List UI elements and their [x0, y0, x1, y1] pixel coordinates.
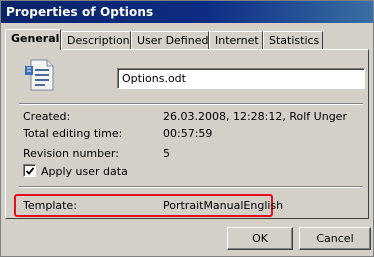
tab-internet[interactable]: Internet	[209, 31, 263, 49]
editing-time-label: Total editing time:	[23, 127, 123, 140]
apply-user-data-checkbox[interactable]	[23, 164, 36, 177]
properties-dialog: Properties of Options General Descriptio…	[0, 0, 374, 257]
revision-label: Revision number:	[23, 147, 119, 160]
divider	[19, 186, 363, 188]
editing-time-value: 00:57:59	[163, 127, 213, 140]
filename-field[interactable]: Options.odt	[117, 68, 365, 89]
divider	[19, 103, 363, 105]
checkmark-icon	[25, 167, 35, 175]
revision-value: 5	[163, 147, 170, 160]
tab-statistics[interactable]: Statistics	[263, 31, 323, 49]
tab-strip: General Description User Defined Interne…	[5, 29, 365, 50]
cancel-button[interactable]: Cancel	[299, 227, 371, 250]
tab-user-defined[interactable]: User Defined	[131, 31, 209, 49]
apply-user-data-label[interactable]: Apply user data	[41, 165, 128, 178]
title-bar[interactable]: Properties of Options	[1, 1, 373, 23]
tab-general[interactable]: General	[5, 29, 61, 50]
tab-description[interactable]: Description	[61, 31, 131, 49]
window-title: Properties of Options	[6, 5, 154, 19]
template-label: Template:	[23, 199, 77, 212]
template-value: PortraitManualEnglish	[163, 199, 284, 212]
filename-value: Options.odt	[122, 72, 186, 85]
created-value: 26.03.2008, 12:28:12, Rolf Unger	[163, 110, 347, 123]
ok-button[interactable]: OK	[227, 227, 293, 250]
created-label: Created:	[23, 110, 71, 123]
document-icon	[23, 57, 57, 93]
